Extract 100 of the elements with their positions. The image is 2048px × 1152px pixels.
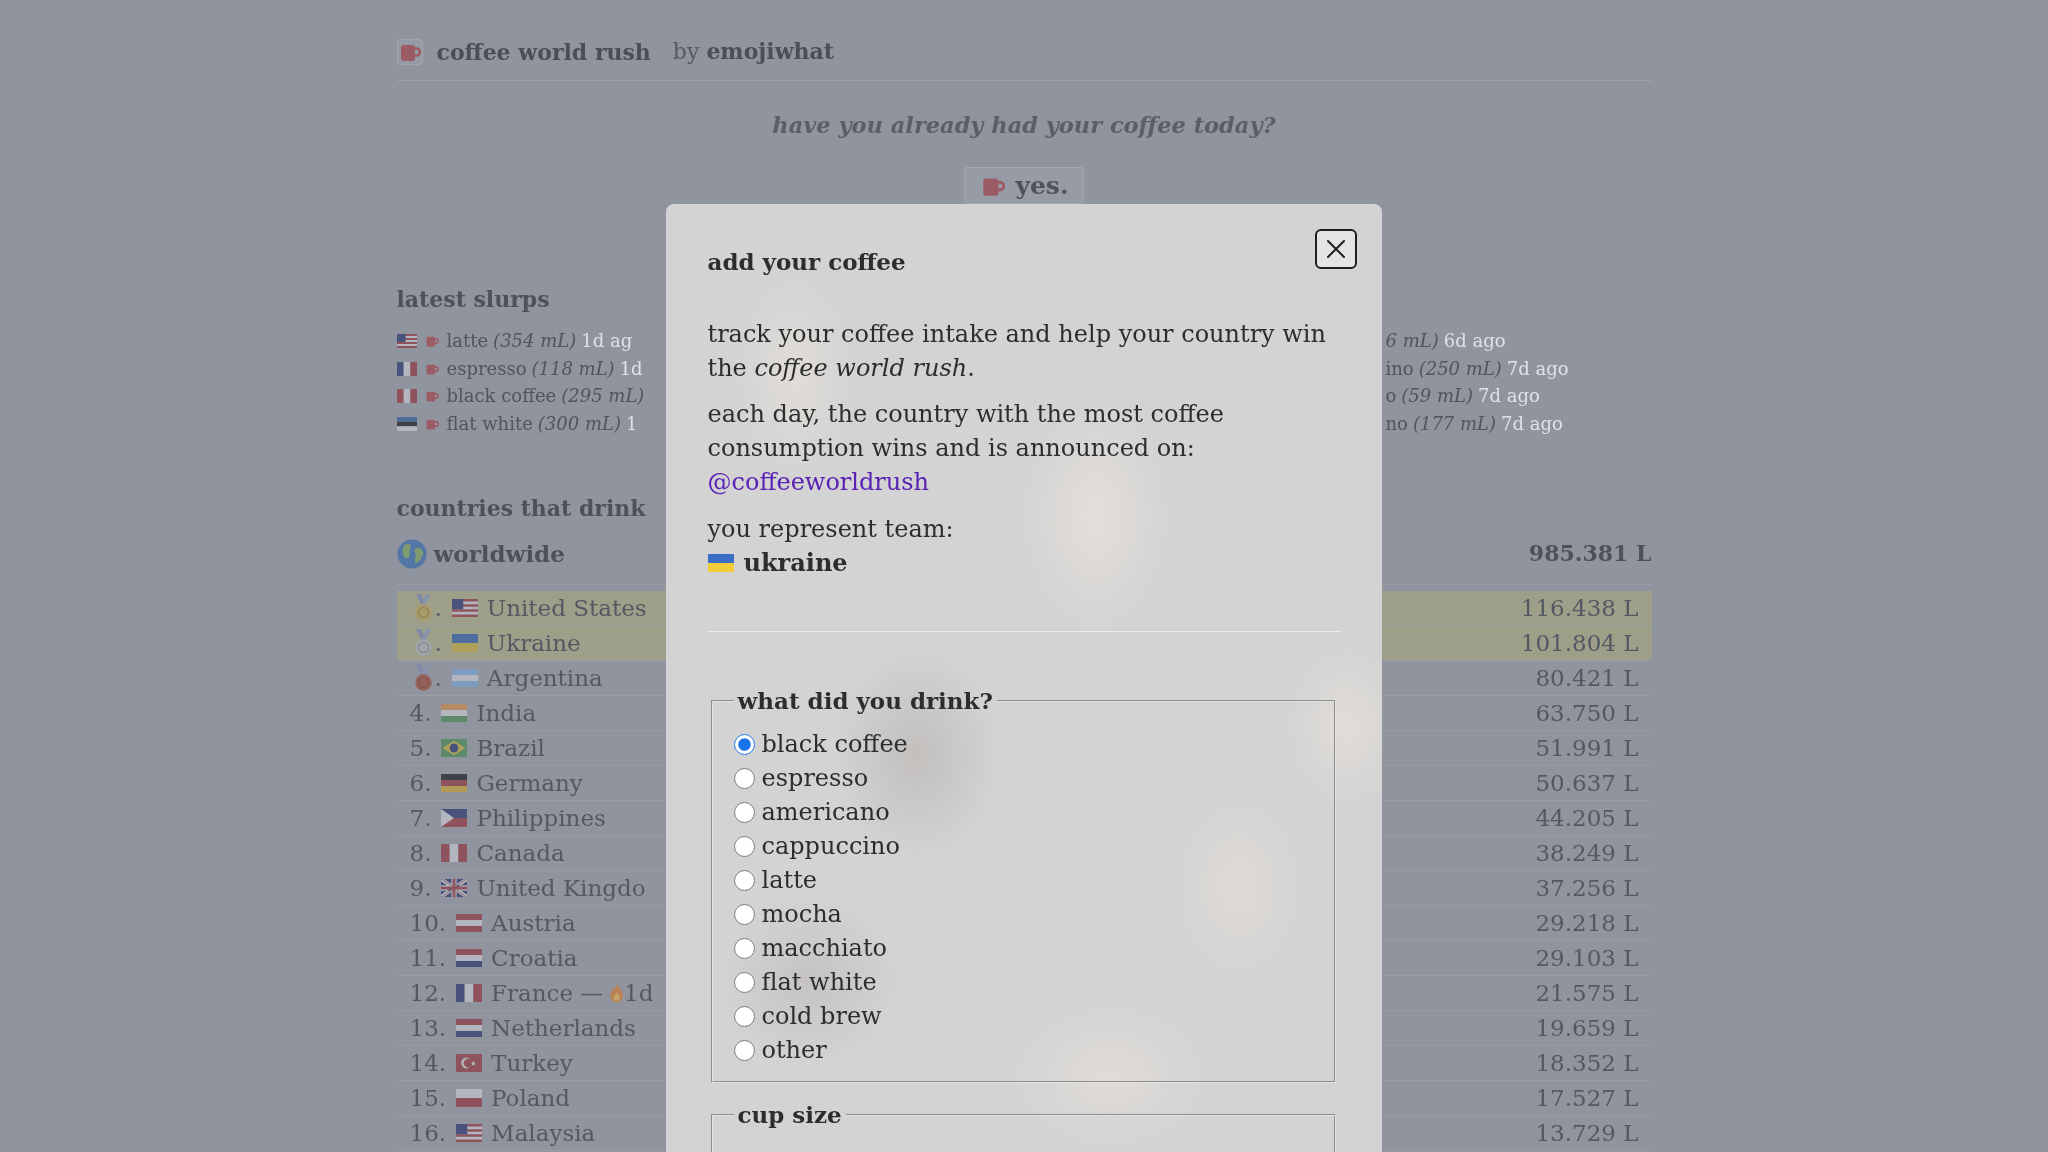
liters-amount: 44.205 L bbox=[1535, 804, 1639, 831]
streak-days: 1d bbox=[624, 979, 654, 1006]
flag-icon bbox=[451, 668, 478, 687]
flag-icon bbox=[441, 808, 468, 827]
liters-amount: 29.103 L bbox=[1535, 944, 1639, 971]
worldwide-label: worldwide bbox=[433, 538, 565, 569]
close-button[interactable] bbox=[1314, 229, 1357, 269]
drink-volume: (59 mL) bbox=[1401, 385, 1474, 407]
flag-icon bbox=[396, 389, 417, 404]
drink-volume: (300 mL) bbox=[537, 413, 621, 435]
liters-amount: 51.991 L bbox=[1535, 734, 1639, 761]
country-name: Croatia bbox=[491, 944, 578, 971]
social-link[interactable]: @coffeeworldrush bbox=[707, 468, 930, 496]
flag-icon bbox=[441, 738, 468, 757]
liters-amount: 37.256 L bbox=[1535, 874, 1639, 901]
liters-amount: 38.249 L bbox=[1535, 839, 1639, 866]
radio-button[interactable] bbox=[733, 1039, 755, 1061]
option-label[interactable]: latte bbox=[761, 863, 817, 897]
rank-number: 16. bbox=[409, 1119, 447, 1146]
radio-button[interactable] bbox=[733, 733, 755, 755]
liters-amount: 101.804 L bbox=[1520, 629, 1639, 656]
intro-text: track your coffee intake and help your country win the coffee world rush. bbox=[707, 319, 1327, 384]
drink-name: flat white bbox=[446, 413, 533, 435]
drink-name: ino bbox=[1385, 357, 1414, 380]
byline-text: by emojiwhat bbox=[672, 37, 834, 67]
flag-icon bbox=[707, 554, 734, 572]
option-label[interactable]: americano bbox=[761, 795, 890, 829]
radio-button[interactable] bbox=[733, 835, 755, 857]
liters-amount: 17.527 L bbox=[1535, 1084, 1639, 1111]
option-label[interactable]: cappuccino bbox=[761, 829, 900, 863]
liters-amount: 29.218 L bbox=[1535, 909, 1639, 936]
time-ago: 7d ago bbox=[1506, 357, 1569, 380]
flag-icon bbox=[451, 598, 478, 617]
option-label[interactable]: mocha bbox=[761, 897, 842, 931]
drink-volume: (295 mL) bbox=[561, 385, 645, 407]
globe-icon bbox=[396, 538, 427, 569]
flag-icon bbox=[456, 948, 483, 967]
liters-amount: 21.575 L bbox=[1535, 979, 1639, 1006]
radio-button[interactable] bbox=[733, 869, 755, 891]
country-name: United States bbox=[486, 594, 647, 621]
time-ago: 1d ag bbox=[581, 330, 633, 352]
drink-volume: (354 mL) bbox=[493, 330, 577, 352]
drink-volume: 6 mL) bbox=[1385, 330, 1439, 352]
rank-number: 4. bbox=[409, 699, 432, 726]
country-name: Netherlands bbox=[491, 1014, 636, 1041]
section-heading: countries that drink bbox=[396, 493, 646, 523]
fieldset-legend: what did you drink? bbox=[733, 684, 997, 718]
liters-amount: 13.729 L bbox=[1535, 1119, 1639, 1146]
flag-icon bbox=[456, 1018, 483, 1037]
flag-icon bbox=[451, 633, 478, 652]
rank-number: . bbox=[434, 594, 442, 621]
option-label[interactable]: cold brew bbox=[761, 999, 882, 1033]
liters-amount: 50.637 L bbox=[1535, 769, 1639, 796]
rank-number: 9. bbox=[409, 874, 432, 901]
modal-title: add your coffee bbox=[707, 247, 906, 277]
liters-amount: 80.421 L bbox=[1535, 664, 1639, 691]
country-name: Austria bbox=[491, 909, 576, 936]
rank-number: 8. bbox=[409, 839, 432, 866]
liters-amount: 18.352 L bbox=[1535, 1049, 1639, 1076]
rank-number: 13. bbox=[409, 1014, 447, 1041]
rank-number: 6. bbox=[409, 769, 432, 796]
rank-number: 5. bbox=[409, 734, 432, 761]
medal-icon bbox=[414, 629, 432, 657]
team-label: you represent team: bbox=[707, 514, 954, 545]
team-name: ukraine bbox=[743, 547, 848, 579]
country-name: Argentina bbox=[486, 664, 603, 691]
rank-number: 15. bbox=[409, 1084, 447, 1111]
flag-icon bbox=[441, 773, 468, 792]
time-ago: 6d ago bbox=[1443, 330, 1506, 352]
flag-icon bbox=[456, 913, 483, 932]
radio-button[interactable] bbox=[733, 801, 755, 823]
country-name: United Kingdo bbox=[476, 874, 646, 901]
announcement-text: each day, the country with the most coffee consumption wins and is announced on: @coffeeworldrush bbox=[707, 399, 1225, 498]
time-ago: 1 bbox=[626, 413, 638, 435]
country-name: Malaysia bbox=[491, 1119, 596, 1146]
radio-button[interactable] bbox=[733, 937, 755, 959]
country-name: France bbox=[491, 979, 574, 1006]
country-name: Philippines bbox=[476, 804, 606, 831]
drink-name: black coffee bbox=[446, 385, 557, 407]
radio-button[interactable] bbox=[733, 903, 755, 925]
radio-button[interactable] bbox=[733, 971, 755, 993]
option-label[interactable]: other bbox=[761, 1033, 827, 1067]
radio-button[interactable] bbox=[733, 1005, 755, 1027]
radio-button[interactable] bbox=[733, 767, 755, 789]
country-name: India bbox=[476, 699, 537, 726]
site-title: coffee world rush bbox=[436, 37, 651, 67]
flag-icon bbox=[456, 1053, 483, 1072]
option-label[interactable]: macchiato bbox=[761, 931, 887, 965]
rank-number: . bbox=[434, 629, 442, 656]
option-label[interactable]: espresso bbox=[761, 761, 869, 795]
separator-text: — bbox=[580, 979, 604, 1006]
medal-icon bbox=[414, 594, 432, 622]
country-name: Ukraine bbox=[486, 629, 581, 656]
country-name: Turkey bbox=[491, 1049, 573, 1076]
flag-icon bbox=[396, 361, 417, 376]
option-label[interactable]: black coffee bbox=[761, 727, 908, 761]
option-label[interactable]: flat white bbox=[761, 965, 877, 999]
rank-number: 11. bbox=[409, 944, 447, 971]
liters-amount: 19.659 L bbox=[1535, 1014, 1639, 1041]
worldwide-total: 985.381 L bbox=[1528, 539, 1652, 569]
